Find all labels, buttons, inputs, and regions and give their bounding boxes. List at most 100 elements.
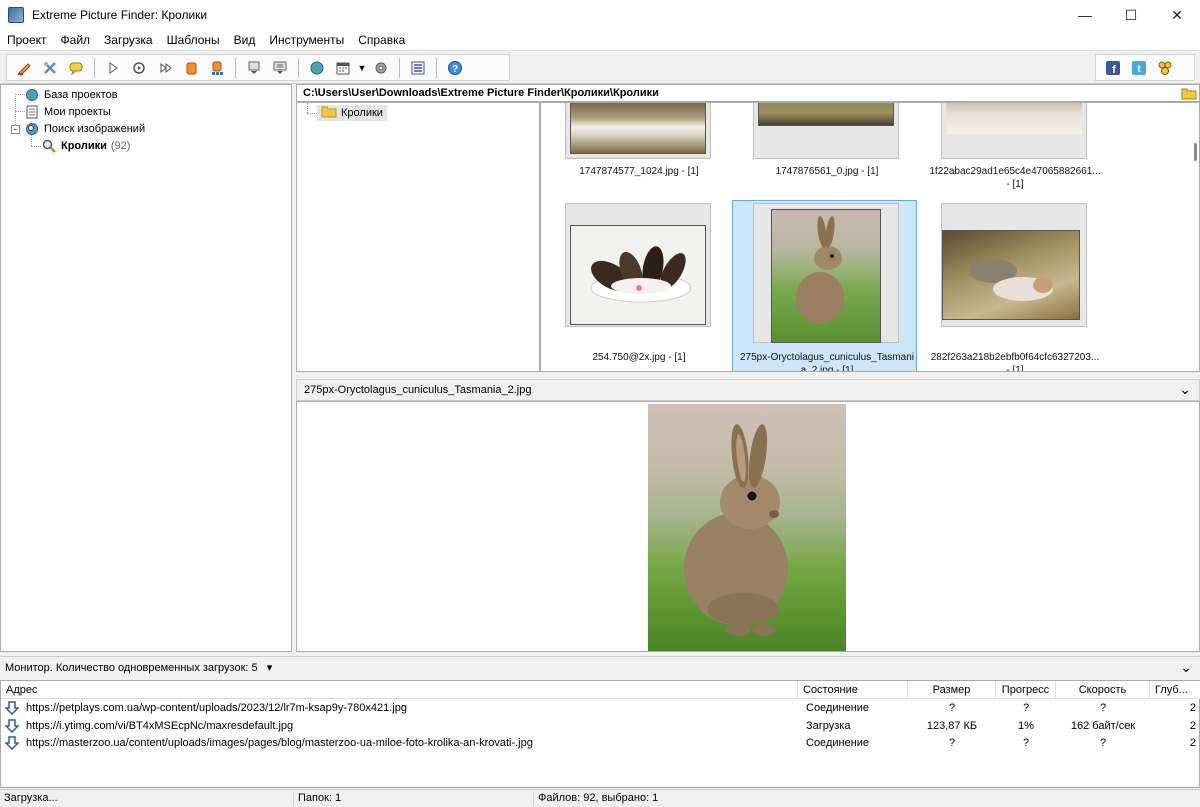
chevron-down-icon[interactable]: ⌄ <box>1180 659 1192 676</box>
menu-file[interactable]: Файл <box>54 33 98 47</box>
row-speed: ? <box>1099 737 1107 749</box>
start-icon[interactable] <box>100 56 126 80</box>
column-header-size[interactable]: Размер <box>908 681 996 699</box>
thumbnail-image <box>758 103 894 126</box>
twitter-icon[interactable]: t <box>1126 56 1152 80</box>
comment-icon[interactable] <box>63 56 89 80</box>
facebook-icon[interactable]: f <box>1100 56 1126 80</box>
project-tree: − База проектов Мои проекты Поиск изобра… <box>0 84 292 652</box>
edit-project-icon[interactable] <box>37 56 63 80</box>
chevron-down-icon[interactable]: ▼ <box>356 56 368 80</box>
column-header-state[interactable]: Состояние <box>798 681 908 699</box>
thumbnail-caption: 1747876561_0.jpg - [1] <box>775 166 879 177</box>
thumbnail-image <box>570 103 706 154</box>
stop-all-icon[interactable] <box>204 56 230 80</box>
close-button[interactable]: ✕ <box>1154 0 1200 30</box>
skip-icon[interactable] <box>152 56 178 80</box>
new-project-icon[interactable] <box>11 56 37 80</box>
chevron-down-icon[interactable]: ⌄ <box>1179 381 1191 398</box>
download-icon[interactable] <box>241 56 267 80</box>
preview-image <box>648 404 846 651</box>
menu-download[interactable]: Загрузка <box>97 33 160 47</box>
row-progress: ? <box>1022 737 1030 749</box>
stop-icon[interactable] <box>178 56 204 80</box>
thumbnail-1[interactable] <box>565 103 711 159</box>
column-header-address[interactable]: Адрес <box>1 681 798 699</box>
row-address: https://masterzoo.ua/content/uploads/ima… <box>26 737 533 749</box>
download-arrow-icon <box>4 718 20 736</box>
rabbit-illustration <box>684 424 788 636</box>
row-state: Загрузка <box>806 719 851 732</box>
thumbnail-image <box>570 225 706 325</box>
globe-icon[interactable] <box>304 56 330 80</box>
table-row[interactable]: https://petplays.com.ua/wp-content/uploa… <box>1 700 1199 717</box>
maximize-button[interactable]: ☐ <box>1108 0 1154 30</box>
svg-text:?: ? <box>452 64 458 75</box>
monitor-label: Монитор. Количество одновременных загруз… <box>5 662 258 674</box>
thumbnail-grid: 1747874577_1024.jpg - [1] 1747876561_0.j… <box>540 102 1200 372</box>
thumbnail-2[interactable] <box>753 103 899 159</box>
toolbar: ▼ ? f t <box>0 50 1200 84</box>
thumbnail-image <box>946 103 1082 134</box>
tree-connector <box>31 146 41 147</box>
row-address: https://i.ytimg.com/vi/BT4xMSEcpNc/maxre… <box>26 719 294 732</box>
tree-item-my-projects[interactable]: Мои проекты <box>25 103 111 120</box>
thumbnail-6[interactable] <box>941 203 1087 327</box>
column-header-progress[interactable]: Прогресс <box>996 681 1056 699</box>
menu-bar: Проект Файл Загрузка Шаблоны Вид Инструм… <box>0 30 1200 50</box>
community-icon[interactable] <box>1152 56 1178 80</box>
column-header-speed[interactable]: Скорость <box>1056 681 1150 699</box>
menu-tools[interactable]: Инструменты <box>262 33 351 47</box>
tree-item-project-database[interactable]: База проектов <box>25 86 118 103</box>
open-folder-icon[interactable] <box>1181 86 1197 103</box>
view-icon[interactable] <box>405 56 431 80</box>
tree-item-label: Мои проекты <box>44 105 111 118</box>
download-all-icon[interactable] <box>267 56 293 80</box>
menu-project[interactable]: Проект <box>0 33 54 47</box>
row-size: 123,87 КБ <box>926 719 978 732</box>
toolbar-separator <box>235 57 236 78</box>
folder-label: Кролики <box>341 107 383 119</box>
thumbnail-image <box>942 230 1080 320</box>
row-depth: 2 <box>1189 737 1196 749</box>
thumbnail-5[interactable] <box>753 203 899 343</box>
preview-filename: 275px-Oryctolagus_cuniculus_Tasmania_2.j… <box>304 384 532 396</box>
status-folders: Папок: 1 <box>294 792 534 806</box>
document-icon <box>25 105 39 119</box>
tree-collapse-toggle[interactable]: − <box>11 125 20 134</box>
row-address: https://petplays.com.ua/wp-content/uploa… <box>26 702 407 714</box>
folder-list: Кролики <box>296 102 540 372</box>
folder-item-rabbits[interactable]: Кролики <box>317 105 387 121</box>
thumbnail-caption: 282f263a218b2ebfb0f64cfc6327203... <box>930 352 1100 363</box>
thumbnail-scrollbar[interactable] <box>1194 143 1197 161</box>
thumbnail-caption: a_2.jpg - [1] <box>800 365 854 372</box>
row-progress: ? <box>1022 702 1030 714</box>
svg-text:f: f <box>1112 64 1116 76</box>
minimize-button[interactable]: — <box>1062 0 1108 30</box>
help-icon[interactable]: ? <box>442 56 468 80</box>
refresh-icon[interactable] <box>126 56 152 80</box>
thumbnail-3[interactable] <box>941 103 1087 159</box>
table-row[interactable]: https://masterzoo.ua/content/uploads/ima… <box>1 735 1199 752</box>
menu-templates[interactable]: Шаблоны <box>160 33 227 47</box>
row-size: ? <box>948 702 956 714</box>
calendar-icon[interactable] <box>330 56 356 80</box>
tree-connector <box>307 113 317 114</box>
settings-icon[interactable] <box>368 56 394 80</box>
table-row[interactable]: https://i.ytimg.com/vi/BT4xMSEcpNc/maxre… <box>1 718 1199 735</box>
toolbar-separator <box>399 57 400 78</box>
tree-item-image-search[interactable]: Поиск изображений <box>25 120 145 137</box>
row-depth: 2 <box>1189 702 1196 714</box>
search-icon <box>42 139 56 153</box>
concurrent-downloads-dropdown[interactable]: ▾ <box>267 662 273 674</box>
column-header-depth[interactable]: Глуб... <box>1150 681 1200 699</box>
monitor-bar: Монитор. Количество одновременных загруз… <box>0 656 1200 678</box>
menu-view[interactable]: Вид <box>227 33 263 47</box>
window-title: Extreme Picture Finder: Кролики <box>32 8 208 22</box>
thumbnail-4[interactable] <box>565 203 711 327</box>
social-toolbar-group: f t <box>1095 54 1195 81</box>
folder-path: C:\Users\User\Downloads\Extreme Picture … <box>296 84 1200 102</box>
tree-item-rabbits[interactable]: Кролики (92) <box>42 137 130 154</box>
menu-help[interactable]: Справка <box>351 33 412 47</box>
rabbits-illustration <box>969 259 1053 301</box>
